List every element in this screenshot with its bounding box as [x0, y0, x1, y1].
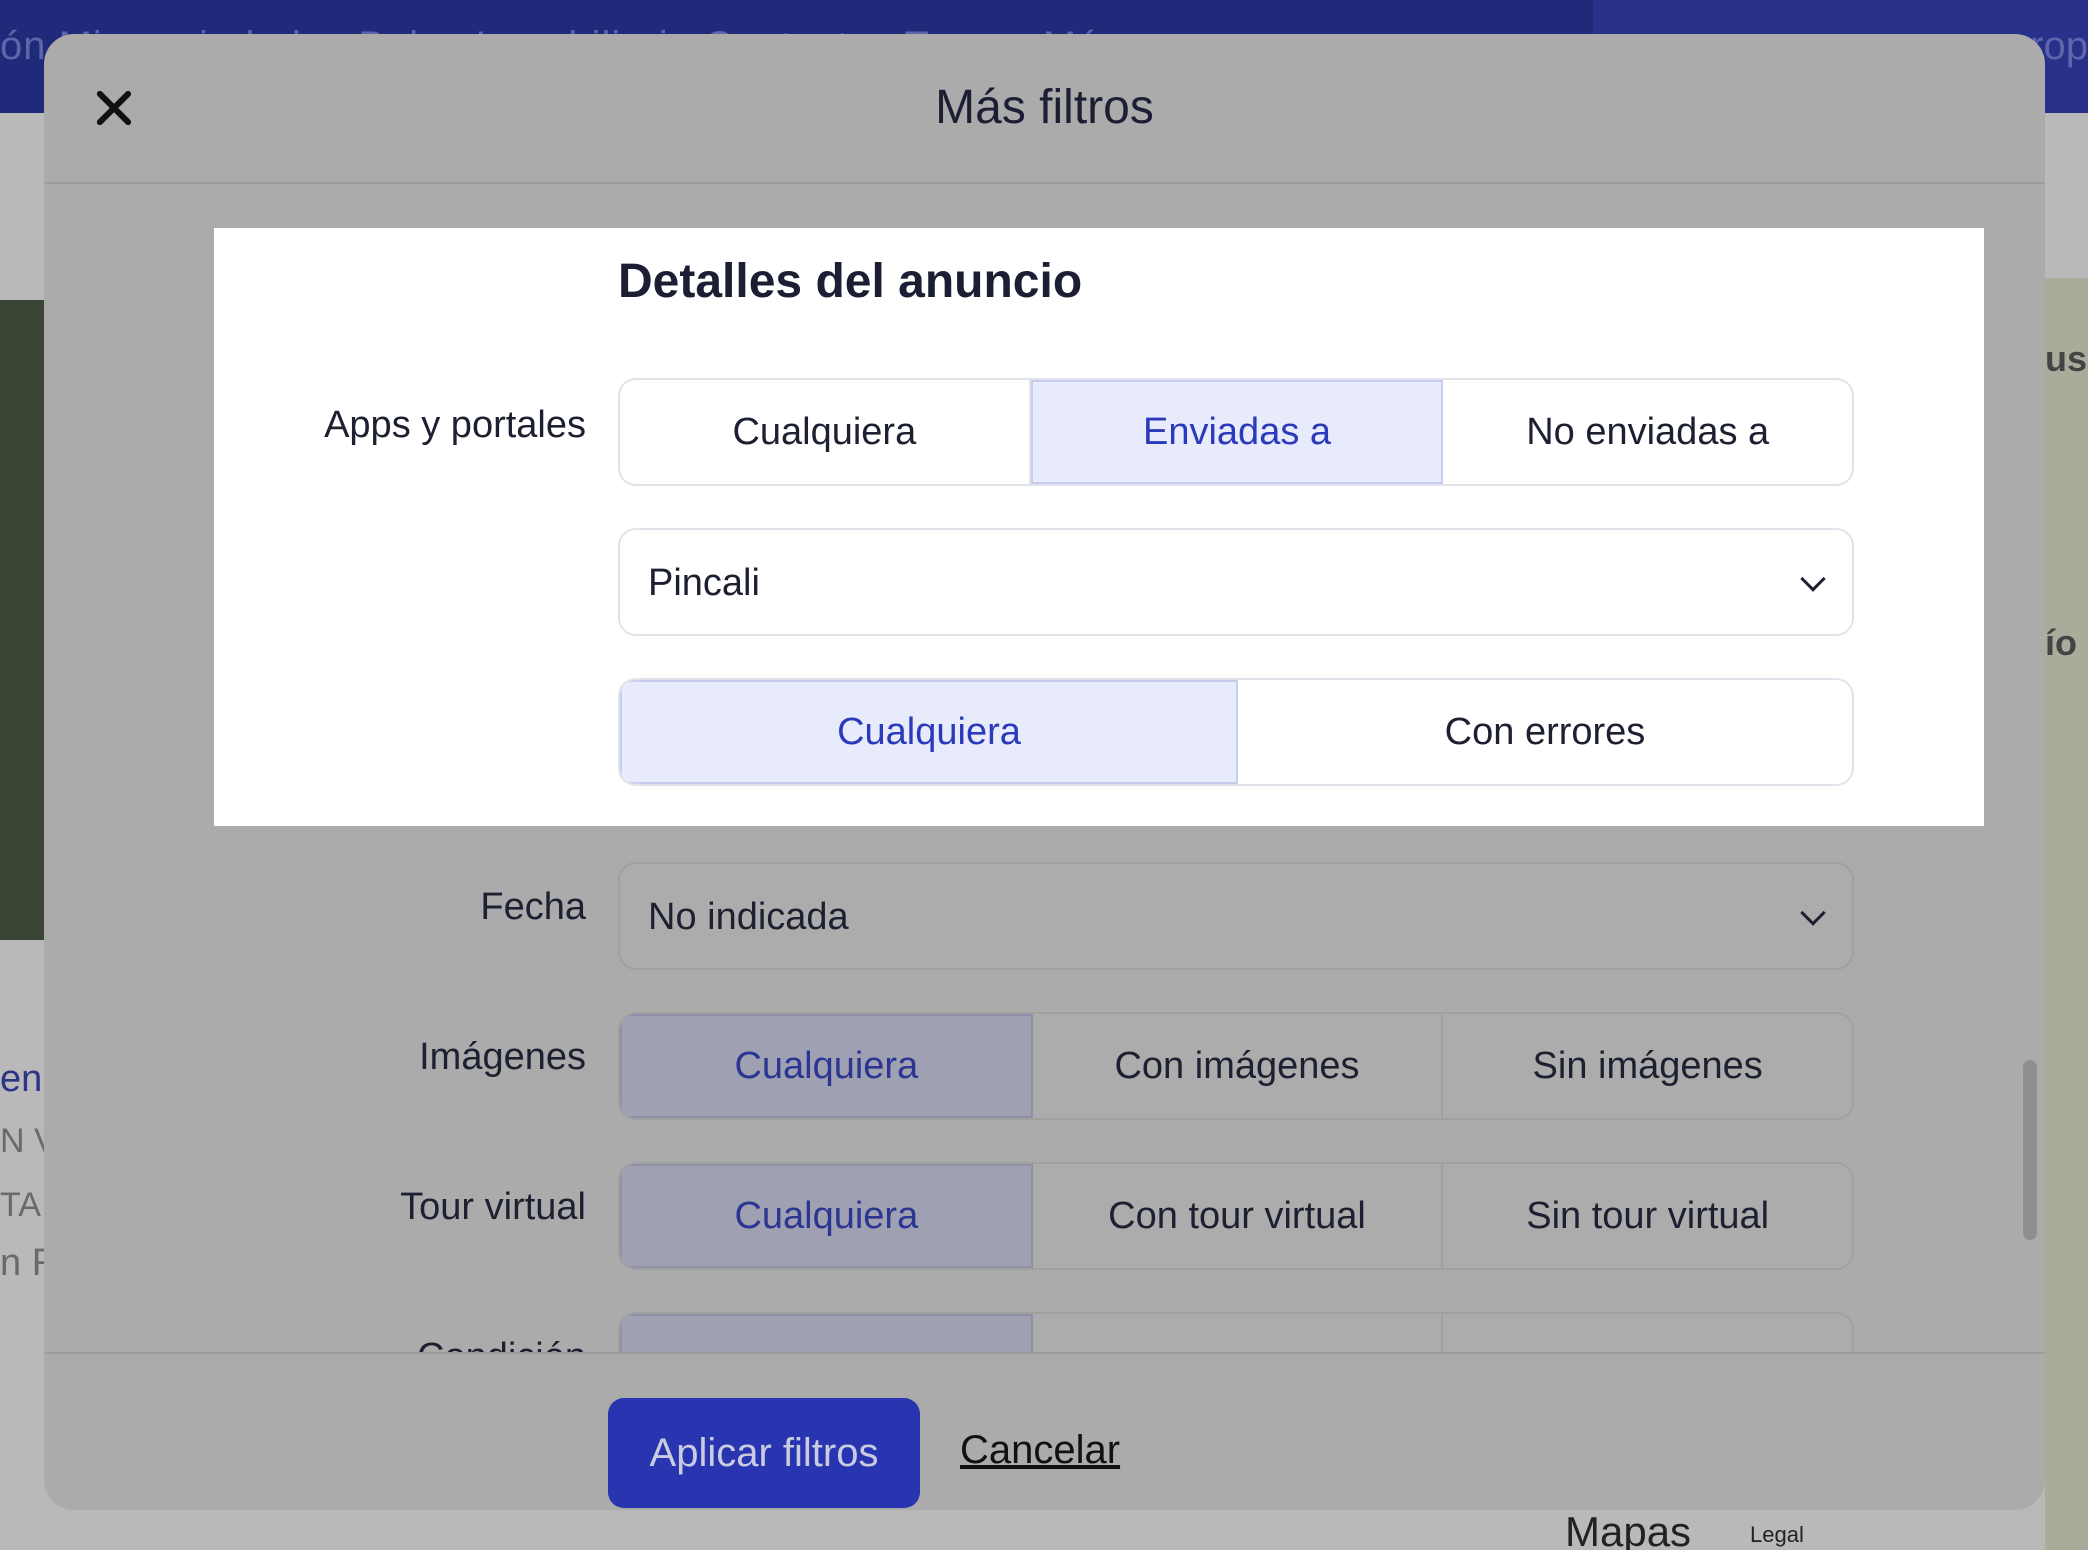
chevron-down-icon [1800, 900, 1826, 926]
condicion-option[interactable] [1443, 1314, 1852, 1352]
modal-title: Más filtros [935, 81, 1154, 134]
apply-filters-button[interactable]: Aplicar filtros [608, 1398, 920, 1508]
condicion-segmented [618, 1312, 1854, 1352]
imagenes-segmented: Cualquiera Con imágenes Sin imágenes [618, 1012, 1854, 1120]
imagenes-option-with[interactable]: Con imágenes [1033, 1014, 1444, 1118]
tour-option-with[interactable]: Con tour virtual [1033, 1164, 1444, 1268]
listing-link: en [0, 1058, 43, 1100]
imagenes-option-any[interactable]: Cualquiera [620, 1014, 1033, 1118]
apps-label: Apps y portales [324, 404, 586, 446]
apps-option-sent[interactable]: Enviadas a [1030, 380, 1444, 484]
map-label: ío [2045, 622, 2077, 663]
imagenes-label: Imágenes [419, 1036, 586, 1078]
listing-photo [0, 300, 44, 940]
errors-segmented: Cualquiera Con errores [618, 678, 1854, 786]
tour-option-any[interactable]: Cualquiera [620, 1164, 1033, 1268]
maps-legal-link[interactable]: Legal [1750, 1522, 1804, 1548]
listing-type: TA [0, 1186, 41, 1224]
fecha-select[interactable]: No indicada [618, 862, 1854, 970]
apps-segmented: Cualquiera Enviadas a No enviadas a [618, 378, 1854, 486]
modal-header: Más filtros [44, 34, 2045, 184]
listing-details-section: Detalles del anuncio Apps y portales Cua… [214, 228, 1984, 826]
tour-option-without[interactable]: Sin tour virtual [1443, 1164, 1852, 1268]
modal-footer: Aplicar filtros Cancelar [44, 1352, 2045, 1510]
fecha-label: Fecha [480, 886, 586, 928]
portal-value: Pincali [648, 562, 760, 604]
condicion-option[interactable] [620, 1314, 1033, 1352]
tour-label: Tour virtual [400, 1186, 586, 1228]
errors-option-with-errors[interactable]: Con errores [1238, 680, 1852, 784]
apps-option-any[interactable]: Cualquiera [620, 380, 1031, 484]
condicion-option[interactable] [1033, 1314, 1444, 1352]
portal-select[interactable]: Pincali [618, 528, 1854, 636]
fecha-value: No indicada [648, 896, 849, 938]
map [2045, 278, 2088, 1550]
maps-logo: Mapas [1565, 1508, 1692, 1550]
tour-segmented: Cualquiera Con tour virtual Sin tour vir… [618, 1162, 1854, 1270]
errors-option-any[interactable]: Cualquiera [620, 680, 1238, 784]
map-label: usa [2045, 338, 2088, 379]
imagenes-option-without[interactable]: Sin imágenes [1443, 1014, 1852, 1118]
apps-option-not-sent[interactable]: No enviadas a [1443, 380, 1852, 484]
section-title: Detalles del anuncio [618, 255, 1083, 308]
scrollbar-thumb[interactable] [2023, 1060, 2037, 1240]
cancel-link[interactable]: Cancelar [960, 1428, 1120, 1473]
chevron-down-icon [1800, 566, 1826, 592]
condicion-label: Condición [44, 1336, 586, 1352]
